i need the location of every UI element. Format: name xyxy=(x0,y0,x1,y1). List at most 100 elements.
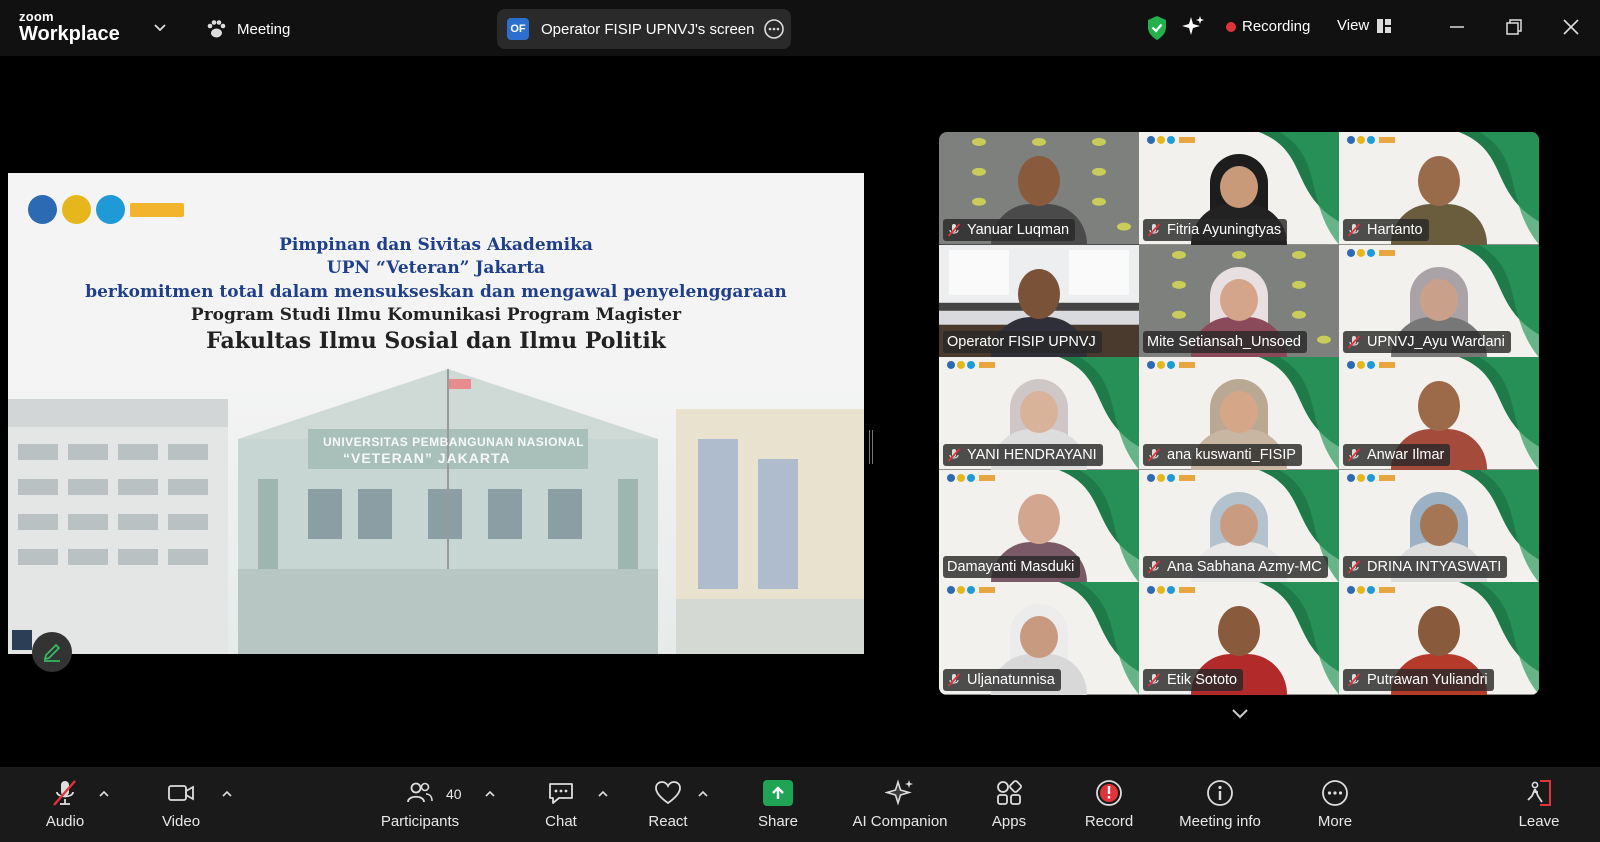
participant-nameplate: Anwar Ilmar xyxy=(1343,443,1451,466)
participant-face xyxy=(1220,278,1258,321)
minimize-icon[interactable] xyxy=(1446,16,1468,38)
more-dots-icon xyxy=(1322,780,1348,806)
participant-name: Ana Sabhana Azmy-MC xyxy=(1167,559,1322,576)
apps-label: Apps xyxy=(991,813,1027,830)
slide-line-4: Program Studi Ilmu Komunikasi Program Ma… xyxy=(190,305,682,325)
close-icon[interactable] xyxy=(1560,16,1582,38)
react-label: React xyxy=(648,813,688,830)
apps-icon xyxy=(997,780,1022,805)
mic-muted-icon xyxy=(947,448,961,462)
sharer-avatar: OF xyxy=(507,18,529,40)
participant-name: Mite Setiansah_Unsoed xyxy=(1147,334,1301,351)
participant-nameplate: Damayanti Masduki xyxy=(943,556,1081,579)
slide-line-3: berkomitmen total dalam mensukseskan dan… xyxy=(85,282,787,302)
participant-tile[interactable]: Hartanto xyxy=(1339,132,1539,245)
encryption-shield-icon[interactable] xyxy=(1146,15,1168,41)
record-button[interactable]: Record xyxy=(1064,778,1154,830)
share-button[interactable]: Share xyxy=(733,778,823,830)
participant-tile[interactable]: Fitria Ayuningtyas xyxy=(1139,132,1339,245)
participant-tile[interactable]: Operator FISIP UPNVJ xyxy=(939,244,1139,358)
video-button[interactable]: Video xyxy=(136,778,226,830)
participant-tile[interactable]: Damayanti Masduki xyxy=(939,469,1139,583)
participant-nameplate: Yanuar Luqman xyxy=(943,218,1076,241)
participant-face xyxy=(1018,156,1060,206)
participant-tile[interactable]: Etik Sototo xyxy=(1139,582,1339,695)
screen-share-indicator[interactable]: OF Operator FISIP UPNVJ's screen xyxy=(497,9,791,49)
react-button[interactable]: React xyxy=(623,778,713,830)
recording-indicator[interactable]: Recording xyxy=(1226,18,1310,35)
participant-face xyxy=(1418,606,1460,657)
participant-tile[interactable]: UPNVJ_Ayu Wardani xyxy=(1339,244,1539,358)
slide-line-2: UPN “Veteran” Jakarta xyxy=(326,258,546,278)
ai-companion-button[interactable]: AI Companion xyxy=(845,778,955,830)
participant-tile[interactable]: Yanuar Luqman xyxy=(939,132,1139,245)
slide-logos xyxy=(28,195,184,224)
participants-icon xyxy=(407,782,433,803)
leave-button[interactable]: Leave xyxy=(1494,778,1584,830)
more-options-icon[interactable] xyxy=(763,18,785,40)
participant-tile[interactable]: DRINA INTYASWATI xyxy=(1339,469,1539,583)
participant-tile[interactable]: Uljanatunnisa xyxy=(939,582,1139,695)
meeting-info-button[interactable]: Meeting info xyxy=(1166,778,1274,830)
panel-resize-handle[interactable] xyxy=(869,430,873,464)
participant-name: UPNVJ_Ayu Wardani xyxy=(1367,334,1505,351)
campus-building-image xyxy=(8,369,864,654)
mic-muted-icon xyxy=(1347,560,1361,574)
ai-sparkle-icon[interactable] xyxy=(1181,15,1205,39)
chat-options-chevron-icon[interactable] xyxy=(597,788,609,800)
mic-muted-icon xyxy=(947,222,961,237)
participant-gallery: Yanuar Luqman Fitria Ayuningtyas Hartanto O… xyxy=(939,132,1539,695)
participant-tile[interactable]: Ana Sabhana Azmy-MC xyxy=(1139,469,1339,583)
chat-button[interactable]: Chat xyxy=(516,778,606,830)
view-button[interactable]: View xyxy=(1337,17,1392,34)
audio-button[interactable]: Audio xyxy=(20,778,110,830)
participant-tile[interactable]: Putrawan Yuliandri xyxy=(1339,582,1539,695)
recording-dot-icon xyxy=(1226,21,1236,32)
share-title: Operator FISIP UPNVJ's screen xyxy=(541,20,755,38)
video-options-chevron-icon[interactable] xyxy=(221,788,233,800)
participant-tile[interactable]: ana kuswanti_FISIP xyxy=(1139,357,1339,470)
participant-face xyxy=(1220,503,1258,546)
participant-face xyxy=(1018,268,1060,319)
mic-muted-icon xyxy=(1147,673,1161,687)
participant-nameplate: Mite Setiansah_Unsoed xyxy=(1143,331,1307,354)
audio-label: Audio xyxy=(45,813,85,830)
participant-nameplate: Ana Sabhana Azmy-MC xyxy=(1143,556,1328,579)
audio-options-chevron-icon[interactable] xyxy=(98,788,110,800)
record-icon xyxy=(1096,780,1122,806)
mic-muted-icon xyxy=(1347,448,1361,462)
video-label: Video xyxy=(161,813,201,830)
campus-logo-icon xyxy=(130,202,184,217)
react-options-chevron-icon[interactable] xyxy=(697,788,709,800)
participant-tile[interactable]: YANI HENDRAYANI xyxy=(939,357,1139,470)
chevron-down-icon[interactable] xyxy=(152,19,168,35)
view-label: View xyxy=(1337,17,1370,34)
recording-label: Recording xyxy=(1242,18,1311,35)
participant-tile[interactable]: Anwar Ilmar xyxy=(1339,357,1539,470)
meeting-menu-button[interactable]: Meeting xyxy=(205,17,290,41)
record-label: Record xyxy=(1084,813,1134,830)
gallery-scroll-down-icon[interactable] xyxy=(1229,706,1251,722)
participant-name: YANI HENDRAYANI xyxy=(967,446,1097,463)
participant-nameplate: Putrawan Yuliandri xyxy=(1343,668,1494,691)
more-button[interactable]: More xyxy=(1290,778,1380,830)
participant-name: Etik Sototo xyxy=(1167,671,1238,688)
mic-muted-icon xyxy=(1347,222,1361,237)
participants-count: 40 xyxy=(446,786,462,802)
annotate-button[interactable] xyxy=(32,632,72,672)
restore-icon[interactable] xyxy=(1503,16,1525,38)
participant-face xyxy=(1020,391,1058,434)
participant-tile[interactable]: Mite Setiansah_Unsoed xyxy=(1139,244,1339,358)
participants-label: Participants xyxy=(380,813,460,830)
apps-button[interactable]: Apps xyxy=(964,778,1054,830)
slide-thumbnail[interactable] xyxy=(12,630,32,650)
microphone-muted-icon xyxy=(53,780,76,806)
title-bar: zoom Workplace Meeting OF Operator FISIP… xyxy=(0,0,1600,56)
participant-name: Operator FISIP UPNVJ xyxy=(947,334,1096,351)
share-label: Share xyxy=(757,813,799,830)
participants-options-chevron-icon[interactable] xyxy=(484,788,496,800)
mic-muted-icon xyxy=(1147,448,1161,462)
participant-nameplate: YANI HENDRAYANI xyxy=(943,443,1103,466)
participant-nameplate: ana kuswanti_FISIP xyxy=(1143,443,1302,466)
participant-name: ana kuswanti_FISIP xyxy=(1167,446,1296,463)
